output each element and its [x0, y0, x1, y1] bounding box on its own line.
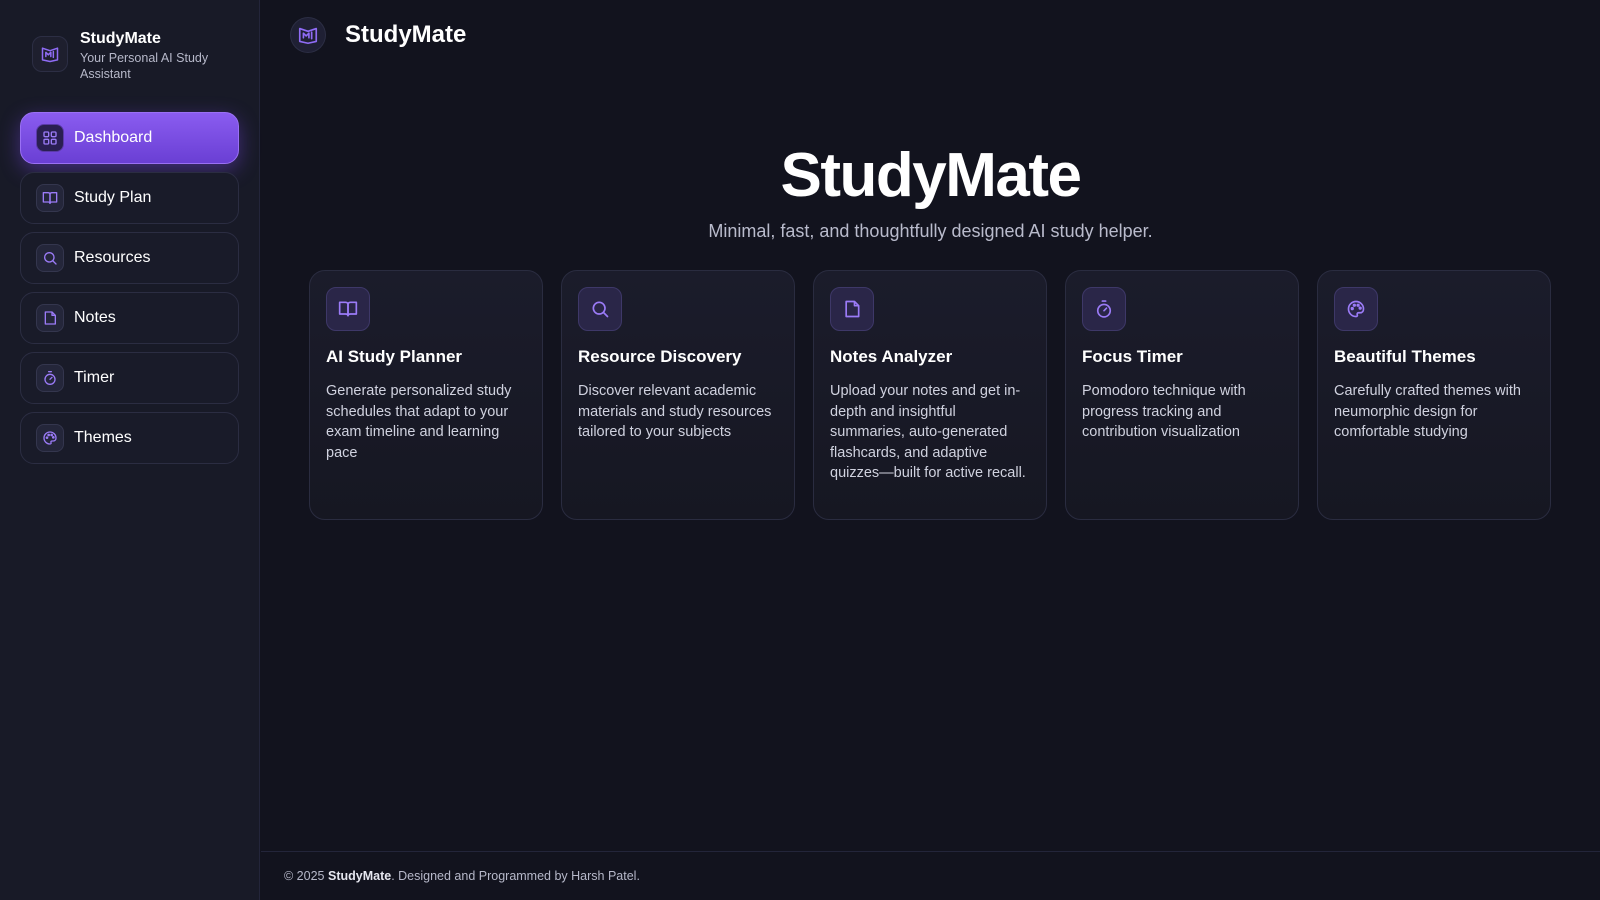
- footer: © 2025 StudyMate. Designed and Programme…: [261, 851, 1600, 900]
- sidebar-item-label: Timer: [74, 369, 115, 386]
- main-content: StudyMate StudyMate Minimal, fast, and t…: [261, 0, 1600, 900]
- sidebar-item-resources[interactable]: Resources: [20, 232, 239, 284]
- feature-description: Discover relevant academic materials and…: [578, 383, 772, 440]
- sidebar-item-timer[interactable]: Timer: [20, 352, 239, 404]
- stopwatch-icon: [1082, 287, 1126, 331]
- hero-subtitle: Minimal, fast, and thoughtfully designed…: [708, 221, 1153, 241]
- sidebar-item-label: Dashboard: [74, 129, 153, 146]
- top-bar: StudyMate: [291, 18, 466, 52]
- sidebar-item-notes[interactable]: Notes: [20, 292, 239, 344]
- search-icon: [578, 287, 622, 331]
- feature-card-resource-discovery[interactable]: Resource Discovery Discover relevant aca…: [561, 270, 795, 520]
- feature-title: Focus Timer: [1082, 347, 1183, 366]
- feature-cards: AI Study Planner Generate personalized s…: [309, 270, 1551, 520]
- palette-icon: [1334, 287, 1378, 331]
- feature-card-focus-timer[interactable]: Focus Timer Pomodoro technique with prog…: [1065, 270, 1299, 520]
- feature-card-beautiful-themes[interactable]: Beautiful Themes Carefully crafted theme…: [1317, 270, 1551, 520]
- stopwatch-icon: [36, 364, 64, 392]
- footer-copyright: © 2025: [284, 869, 325, 883]
- search-icon: [36, 244, 64, 272]
- sidebar-item-label: Notes: [74, 309, 116, 326]
- feature-title: AI Study Planner: [326, 347, 463, 366]
- brand-title: StudyMate: [80, 30, 161, 47]
- footer-brand: StudyMate: [327, 869, 392, 883]
- feature-title: Beautiful Themes: [1334, 347, 1476, 366]
- sidebar-nav: Dashboard Study Plan Resources Notes Tim…: [20, 112, 239, 472]
- feature-description: Carefully crafted themes with neumorphic…: [1334, 383, 1521, 440]
- palette-icon: [36, 424, 64, 452]
- brand[interactable]: StudyMate Your Personal AI Study Assista…: [32, 30, 230, 82]
- note-icon: [36, 304, 64, 332]
- feature-title: Resource Discovery: [578, 347, 742, 366]
- brand-subtitle: Your Personal AI Study Assistant: [80, 51, 209, 81]
- sidebar: StudyMate Your Personal AI Study Assista…: [0, 0, 260, 900]
- sidebar-item-label: Resources: [74, 249, 151, 266]
- grid-icon: [36, 124, 64, 152]
- feature-description: Pomodoro technique with progress trackin…: [1082, 383, 1246, 440]
- footer-credit: . Designed and Programmed by Harsh Patel…: [391, 869, 640, 883]
- feature-title: Notes Analyzer: [830, 347, 953, 366]
- sidebar-item-themes[interactable]: Themes: [20, 412, 239, 464]
- sidebar-item-label: Study Plan: [74, 189, 152, 206]
- sidebar-item-study-plan[interactable]: Study Plan: [20, 172, 239, 224]
- book-icon: [326, 287, 370, 331]
- logo-icon[interactable]: [291, 18, 325, 52]
- feature-description: Generate personalized study schedules th…: [326, 383, 512, 461]
- note-icon: [830, 287, 874, 331]
- hero-title: StudyMate: [780, 141, 1082, 210]
- feature-description: Upload your notes and get in-depth and i…: [830, 383, 1026, 481]
- book-icon: [36, 184, 64, 212]
- logo-icon: [32, 36, 68, 72]
- page-title: StudyMate: [345, 21, 467, 48]
- sidebar-item-label: Themes: [74, 429, 132, 446]
- sidebar-item-dashboard[interactable]: Dashboard: [20, 112, 239, 164]
- feature-card-notes-analyzer[interactable]: Notes Analyzer Upload your notes and get…: [813, 270, 1047, 520]
- feature-card-study-planner[interactable]: AI Study Planner Generate personalized s…: [309, 270, 543, 520]
